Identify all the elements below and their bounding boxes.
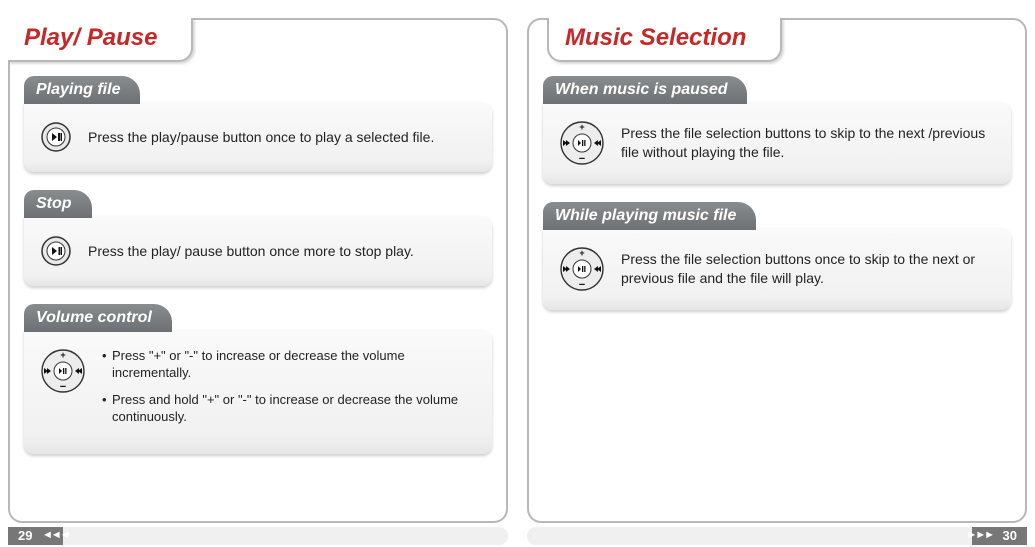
section-volume: Volume control + − [24,304,492,454]
section-body: + − Press the file selection buttons to … [543,102,1011,184]
bullet-item: Press and hold "+" or "-" to increase or… [102,392,476,426]
section-header: While playing music file [543,202,756,230]
section-header: Stop [24,190,92,218]
svg-text:+: + [579,122,584,132]
left-tab: Play/ Pause [8,18,193,62]
svg-text:−: − [579,279,585,291]
left-panel: Play/ Pause Playing file [8,18,508,523]
right-tab-title: Music Selection [565,24,746,52]
page-number-bar: 30 ►►► [527,527,1027,545]
left-tab-title: Play/ Pause [24,24,157,52]
playpause-icon [40,235,72,267]
page-arrows-icon: ◄◄◄ [42,529,69,541]
section-header: Playing file [24,76,140,104]
page-number: 30 [1003,528,1017,543]
section-header: When music is paused [543,76,747,104]
svg-text:−: − [60,381,66,393]
right-panel: Music Selection When music is paused + − [527,18,1027,523]
section-text: Press the play/ pause button once more t… [88,242,414,261]
right-tab: Music Selection [547,18,782,62]
page-arrows-icon: ►►► [966,529,993,541]
section-stop: Stop Press the play/ pause button once m… [24,190,492,286]
section-body: + − Press the file selection buttons onc… [543,228,1011,310]
page-number: 29 [18,528,32,543]
dpad-icon: + − [559,120,605,166]
section-header: Volume control [24,304,172,332]
section-text: Press the file selection buttons once to… [621,250,995,288]
svg-text:−: − [579,153,585,165]
page-number-bar: 29 ◄◄◄ [8,527,508,545]
section-paused: When music is paused + − [543,76,1011,184]
section-text: Press the play/pause button once to play… [88,128,434,147]
section-text: Press the file selection buttons to skip… [621,124,995,162]
section-playing-file: Playing file Press the play/ [24,76,492,172]
section-playing: While playing music file + − [543,202,1011,310]
bullet-item: Press "+" or "-" to increase or decrease… [102,348,476,382]
right-page: Music Selection When music is paused + − [527,0,1027,547]
right-sections: When music is paused + − [529,20,1025,310]
dpad-icon: + − [40,348,86,394]
section-body: Press the play/pause button once to play… [24,102,492,172]
section-body: Press the play/ pause button once more t… [24,216,492,286]
dpad-icon: + − [559,246,605,292]
left-sections: Playing file Press the play/ [10,20,506,454]
playpause-icon [40,121,72,153]
left-page: Play/ Pause Playing file [8,0,508,547]
section-body: + − Press "+" or "-" to increase or decr… [24,330,492,454]
svg-text:+: + [60,350,65,360]
section-bullets: Press "+" or "-" to increase or decrease… [102,348,476,436]
svg-text:+: + [579,248,584,258]
